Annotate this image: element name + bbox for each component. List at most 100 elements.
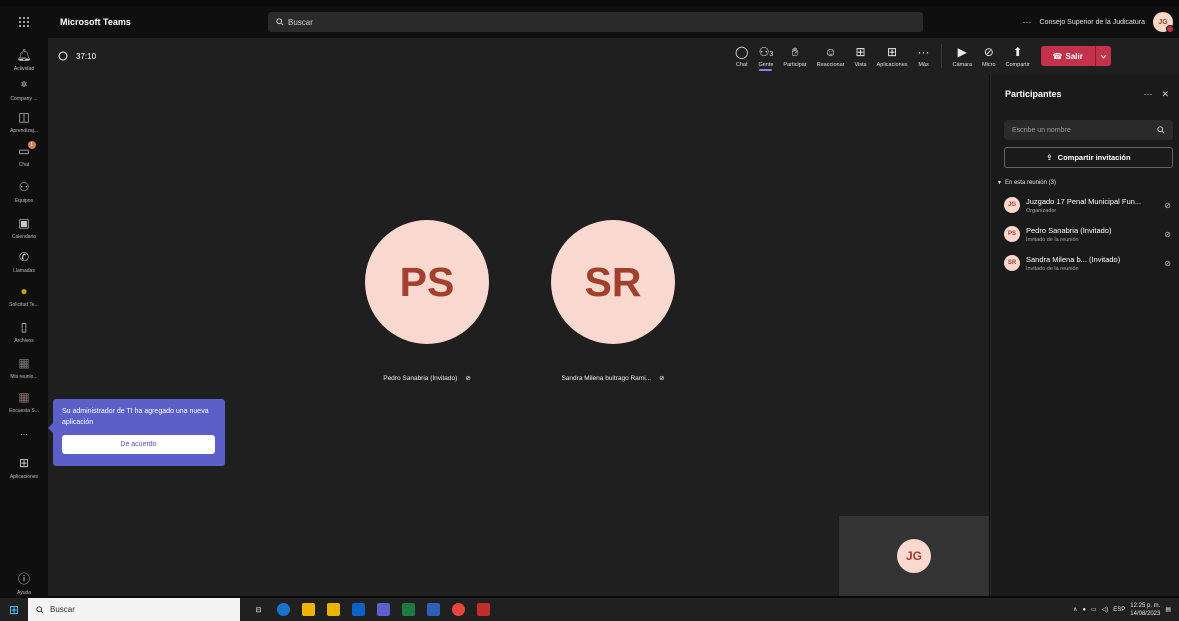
toast-ok-button[interactable]: De acuerdo	[62, 435, 215, 454]
camera-button[interactable]: ▶ Cámara	[948, 38, 978, 74]
rail-item-chat[interactable]: ▭ 1 Chat	[0, 141, 48, 168]
mic-off-icon: ⊘	[1164, 229, 1171, 239]
network-icon[interactable]: ▭	[1091, 606, 1097, 613]
phone-icon: ✆	[18, 250, 30, 264]
share-button[interactable]: ⬆ Compartir	[1001, 38, 1035, 74]
view-button[interactable]: ⊞ Vista	[849, 38, 871, 74]
rail-item-survey[interactable]: ▦ Encuesta S...	[0, 390, 48, 414]
participant-tile[interactable]: SR Sandra Milena buitrago Rami... ⊘	[551, 220, 675, 382]
search-placeholder: Escribe un nombre	[1012, 126, 1071, 134]
participant-name: Juzgado 17 Penal Municipal Fun...	[1026, 196, 1142, 206]
volume-icon[interactable]: ◁)	[1102, 606, 1109, 613]
grid-view-icon: ⊞	[855, 44, 866, 59]
teams-icon[interactable]	[377, 603, 390, 616]
toast-message: Su administrador de TI ha agregado una n…	[62, 408, 209, 426]
chevron-up-icon[interactable]: ∧	[1073, 606, 1077, 613]
search-icon	[1157, 126, 1165, 134]
participant-name-text: Pedro Sanabria (Invitado)	[383, 374, 458, 382]
more-options-icon[interactable]: ···	[1023, 17, 1032, 27]
app-icon[interactable]	[477, 603, 490, 616]
edge-icon[interactable]	[277, 603, 290, 616]
participant-name: Sandra Milena buitrago Rami... ⊘	[561, 374, 664, 383]
file-explorer-icon[interactable]	[327, 603, 340, 616]
bell-icon: 🔔︎	[16, 48, 32, 62]
rail-item-meetings[interactable]: ▦ Mis reunio...	[0, 356, 48, 380]
more-button[interactable]: ··· Más	[913, 38, 935, 74]
more-options-icon[interactable]: ···	[1143, 89, 1152, 100]
chat-button[interactable]: ◯ Chat	[730, 38, 753, 74]
learning-icon: ◫	[18, 110, 30, 124]
people-button[interactable]: ⚇3 Gente	[753, 38, 778, 74]
app-launcher-icon[interactable]	[0, 6, 48, 38]
windows-start-icon[interactable]: ⊞	[0, 603, 28, 617]
participant-row[interactable]: JG Juzgado 17 Penal Municipal Fun... Org…	[1004, 195, 1171, 215]
react-button[interactable]: ☺ Reaccionar	[812, 38, 850, 74]
phone-hangup-icon: ☎	[1052, 51, 1063, 61]
user-avatar[interactable]: JG	[1153, 12, 1174, 33]
chrome-icon[interactable]	[452, 603, 465, 616]
shield-icon	[58, 51, 68, 61]
share-icon: ⇪	[1046, 153, 1053, 162]
rail-item-teams[interactable]: ⚇ Equipos	[0, 180, 48, 204]
search-icon	[36, 605, 44, 614]
leave-main[interactable]: ☎ Salir	[1041, 46, 1095, 66]
rail-label: Archivos	[14, 338, 34, 344]
close-icon[interactable]: ✕	[1161, 89, 1169, 100]
leave-button[interactable]: ☎ Salir	[1040, 46, 1111, 66]
more-icon: ···	[20, 430, 28, 439]
avatar: SR	[1004, 255, 1020, 271]
rail-item-more[interactable]: ···	[0, 428, 48, 444]
mail-icon[interactable]	[352, 603, 365, 616]
rail-item-calendar[interactable]: ▣ Calendario	[0, 216, 48, 240]
participant-tile[interactable]: PS Pedro Sanabria (Invitado) ⊘	[365, 220, 489, 382]
avatar: JG	[1004, 197, 1020, 213]
clock[interactable]: 12:25 p. m. 14/08/2023	[1130, 602, 1160, 618]
participant-name-text: Sandra Milena buitrago Rami...	[561, 374, 652, 382]
panel-title: Participantes	[1005, 89, 1062, 99]
view-label: Vista	[854, 61, 867, 68]
rail-item-learning[interactable]: ◫ Aprendizaj...	[0, 110, 48, 134]
rail-item-company[interactable]: ✲ Company ...	[0, 78, 48, 102]
search-input[interactable]: Buscar	[268, 12, 923, 32]
leave-options-chevron-icon[interactable]	[1094, 46, 1111, 66]
participant-row[interactable]: PS Pedro Sanabria (Invitado) Invitado de…	[1004, 224, 1171, 244]
participant-name: Sandra Milena b... (Invitado)	[1026, 254, 1121, 264]
rail-item-calls[interactable]: ✆ Llamadas	[0, 250, 48, 274]
self-avatar: JG	[897, 539, 931, 573]
store-icon[interactable]	[302, 603, 315, 616]
react-label: Reaccionar	[816, 61, 845, 68]
rail-item-apps[interactable]: ⊞ Aplicaciones	[0, 456, 48, 480]
clock-time: 12:25 p. m.	[1130, 602, 1161, 609]
participant-row[interactable]: SR Sandra Milena b... (Invitado) Invitad…	[1004, 253, 1171, 273]
rail-item-files[interactable]: ▯ Archivos	[0, 320, 48, 344]
search-icon	[276, 18, 284, 26]
taskbar-search-input[interactable]: Buscar	[28, 598, 240, 621]
more-label: Más	[918, 61, 929, 68]
section-in-meeting[interactable]: ▼ En esta reunión (3)	[997, 180, 1179, 186]
raise-hand-button[interactable]: ✋︎ Participar	[778, 38, 811, 74]
notifications-icon[interactable]: ▤	[1165, 606, 1171, 613]
rail-item-request[interactable]: ● Solicitud Te...	[0, 284, 48, 308]
self-view[interactable]: JG	[839, 516, 989, 596]
task-view-icon[interactable]: ⊟	[252, 603, 265, 616]
survey-icon: ▦	[18, 390, 30, 404]
mic-button[interactable]: ⊘ Micro	[977, 38, 1000, 74]
apps-button[interactable]: ⊞ Aplicaciones	[872, 38, 913, 74]
share-invite-button[interactable]: ⇪ Compartir invitación	[1004, 147, 1173, 168]
chat-icon: ▭ 1	[18, 141, 36, 160]
language-indicator[interactable]: ESP	[1113, 607, 1125, 613]
participants-panel: Participantes ··· ✕ Escribe un nombre ⇪ …	[990, 74, 1179, 596]
rail-label: Encuesta S...	[9, 408, 39, 414]
more-icon: ···	[917, 44, 930, 59]
chat-label: Chat	[735, 61, 748, 68]
org-name[interactable]: Consejo Superior de la Judicatura	[1040, 19, 1145, 26]
raise-label: Participar	[783, 61, 807, 68]
mic-icon[interactable]: ●	[1082, 607, 1086, 613]
rail-item-activity[interactable]: 🔔︎ Actividad	[0, 48, 48, 72]
excel-icon[interactable]	[402, 603, 415, 616]
chat-badge: 1	[27, 141, 36, 149]
taskbar-search-label: Buscar	[50, 605, 75, 614]
participant-search-input[interactable]: Escribe un nombre	[1004, 120, 1173, 140]
rail-item-help[interactable]: ⓘ Ayuda	[0, 572, 48, 596]
word-icon[interactable]	[427, 603, 440, 616]
